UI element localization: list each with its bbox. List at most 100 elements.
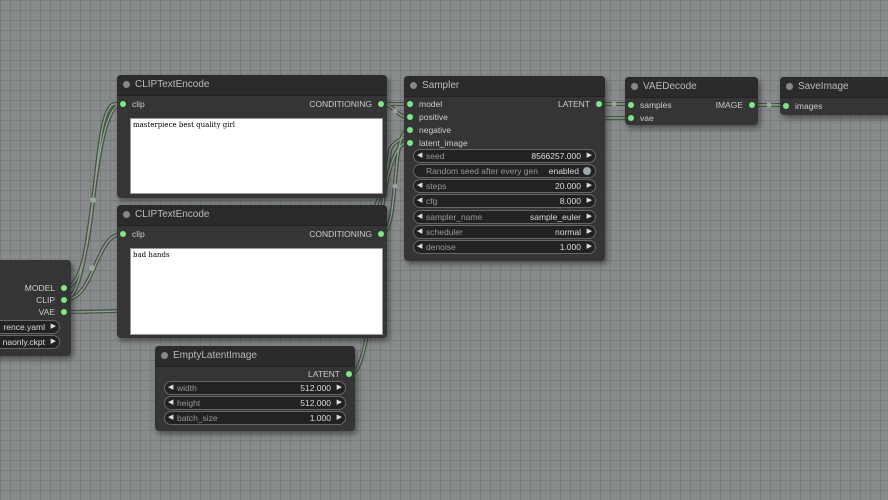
arrow-right-icon[interactable]: ▶ — [337, 382, 342, 394]
checkpoint-loader-node[interactable]: MODEL CLIP VAE rence.yaml ▶ naonly.ckpt … — [0, 260, 71, 356]
arrow-right-icon[interactable]: ▶ — [51, 321, 56, 333]
sampler-node[interactable]: Sampler model LATENT positive negative l… — [404, 76, 605, 261]
output-vae[interactable]: VAE — [39, 306, 67, 318]
prompt-text-area[interactable]: masterpiece best quality girl — [130, 118, 383, 194]
prompt-text-area[interactable]: bad hands — [130, 248, 383, 335]
output-conditioning-label: CONDITIONING — [309, 99, 372, 109]
output-image[interactable]: IMAGE — [716, 99, 755, 111]
node-title-bar[interactable]: CLIPTextEncode — [117, 75, 387, 96]
port-dot[interactable] — [407, 114, 413, 120]
port-dot[interactable] — [61, 285, 67, 291]
node-title-bar[interactable]: EmptyLatentImage — [155, 346, 355, 367]
empty-latent-image-node[interactable]: EmptyLatentImage LATENT ◀ width 512.000 … — [155, 346, 355, 431]
clip-text-encode-negative-node[interactable]: CLIPTextEncode clip CONDITIONING bad han… — [117, 205, 387, 338]
node-title: VAEDecode — [643, 81, 697, 92]
widget-label: batch_size — [177, 413, 218, 423]
input-images[interactable]: images — [783, 100, 822, 112]
cfg-widget[interactable]: ◀ cfg 8.000 ▶ — [413, 194, 596, 208]
collapse-dot-icon[interactable] — [123, 211, 130, 218]
port-dot[interactable] — [120, 101, 126, 107]
output-conditioning[interactable]: CONDITIONING — [309, 228, 384, 240]
arrow-right-icon[interactable]: ▶ — [337, 397, 342, 409]
arrow-right-icon[interactable]: ▶ — [587, 226, 592, 238]
seed-widget[interactable]: ◀ seed 8566257.000 ▶ — [413, 149, 596, 163]
arrow-left-icon[interactable]: ◀ — [417, 195, 422, 207]
widget-label: seed — [426, 151, 445, 161]
node-title-bar[interactable]: VAEDecode — [625, 77, 758, 98]
arrow-left-icon[interactable]: ◀ — [168, 382, 173, 394]
input-latent-image-label: latent_image — [419, 138, 468, 148]
arrow-left-icon[interactable]: ◀ — [168, 397, 173, 409]
arrow-left-icon[interactable]: ◀ — [417, 226, 422, 238]
arrow-right-icon[interactable]: ▶ — [587, 150, 592, 162]
collapse-dot-icon[interactable] — [161, 352, 168, 359]
prompt-text: masterpiece best quality girl — [133, 121, 236, 129]
width-widget[interactable]: ◀ width 512.000 ▶ — [164, 381, 346, 395]
port-dot[interactable] — [628, 115, 634, 121]
input-samples[interactable]: samples — [628, 99, 672, 111]
port-dot[interactable] — [61, 297, 67, 303]
input-vae[interactable]: vae — [628, 112, 654, 124]
arrow-right-icon[interactable]: ▶ — [51, 336, 56, 348]
output-latent-label: LATENT — [308, 369, 340, 379]
batch-size-widget[interactable]: ◀ batch_size 1.000 ▶ — [164, 411, 346, 425]
output-latent[interactable]: LATENT — [558, 98, 602, 110]
arrow-right-icon[interactable]: ▶ — [587, 195, 592, 207]
node-title-bar[interactable]: SaveImage — [780, 77, 888, 98]
arrow-right-icon[interactable]: ▶ — [587, 211, 592, 223]
output-latent[interactable]: LATENT — [308, 368, 352, 380]
input-latent-image[interactable]: latent_image — [407, 137, 468, 149]
port-dot[interactable] — [378, 231, 384, 237]
arrow-left-icon[interactable]: ◀ — [417, 180, 422, 192]
port-dot[interactable] — [596, 101, 602, 107]
vae-decode-node[interactable]: VAEDecode samples IMAGE vae — [625, 77, 758, 125]
config-name-combo[interactable]: rence.yaml ▶ — [0, 320, 60, 334]
save-image-node[interactable]: SaveImage images — [780, 77, 888, 115]
widget-label: cfg — [426, 196, 438, 206]
port-dot[interactable] — [628, 102, 634, 108]
port-dot[interactable] — [783, 103, 789, 109]
sampler-name-combo[interactable]: ◀ sampler_name sample_euler ▶ — [413, 210, 596, 224]
scheduler-combo[interactable]: ◀ scheduler normal ▶ — [413, 225, 596, 239]
widget-label: width — [177, 383, 197, 393]
arrow-right-icon[interactable]: ▶ — [587, 241, 592, 253]
toggle-indicator-icon[interactable] — [583, 167, 591, 175]
denoise-widget[interactable]: ◀ denoise 1.000 ▶ — [413, 240, 596, 254]
port-dot[interactable] — [407, 101, 413, 107]
node-title-bar[interactable]: Sampler — [404, 76, 605, 97]
height-widget[interactable]: ◀ height 512.000 ▶ — [164, 396, 346, 410]
port-dot[interactable] — [407, 140, 413, 146]
input-model[interactable]: model — [407, 98, 442, 110]
arrow-right-icon[interactable]: ▶ — [587, 180, 592, 192]
input-negative[interactable]: negative — [407, 124, 451, 136]
arrow-left-icon[interactable]: ◀ — [417, 241, 422, 253]
input-clip[interactable]: clip — [120, 228, 145, 240]
output-clip[interactable]: CLIP — [36, 294, 67, 306]
output-conditioning[interactable]: CONDITIONING — [309, 98, 384, 110]
port-dot[interactable] — [346, 371, 352, 377]
port-dot[interactable] — [378, 101, 384, 107]
node-title-bar[interactable]: CLIPTextEncode — [117, 205, 387, 226]
arrow-left-icon[interactable]: ◀ — [417, 150, 422, 162]
port-dot[interactable] — [407, 127, 413, 133]
clip-text-encode-positive-node[interactable]: CLIPTextEncode clip CONDITIONING masterp… — [117, 75, 387, 198]
port-dot[interactable] — [749, 102, 755, 108]
steps-widget[interactable]: ◀ steps 20.000 ▶ — [413, 179, 596, 193]
arrow-left-icon[interactable]: ◀ — [417, 211, 422, 223]
widget-label: Random seed after every gen — [426, 166, 538, 176]
port-dot[interactable] — [61, 309, 67, 315]
output-model[interactable]: MODEL — [25, 282, 67, 294]
collapse-dot-icon[interactable] — [631, 83, 638, 90]
collapse-dot-icon[interactable] — [123, 81, 130, 88]
arrow-right-icon[interactable]: ▶ — [337, 412, 342, 424]
arrow-left-icon[interactable]: ◀ — [168, 412, 173, 424]
port-dot[interactable] — [120, 231, 126, 237]
link-clip-pos — [62, 102, 124, 302]
widget-label: scheduler — [426, 227, 463, 237]
input-positive[interactable]: positive — [407, 111, 448, 123]
input-clip[interactable]: clip — [120, 98, 145, 110]
collapse-dot-icon[interactable] — [410, 82, 417, 89]
random-seed-toggle[interactable]: Random seed after every gen enabled — [413, 164, 596, 178]
ckpt-name-combo[interactable]: naonly.ckpt ▶ — [0, 335, 60, 349]
collapse-dot-icon[interactable] — [786, 83, 793, 90]
